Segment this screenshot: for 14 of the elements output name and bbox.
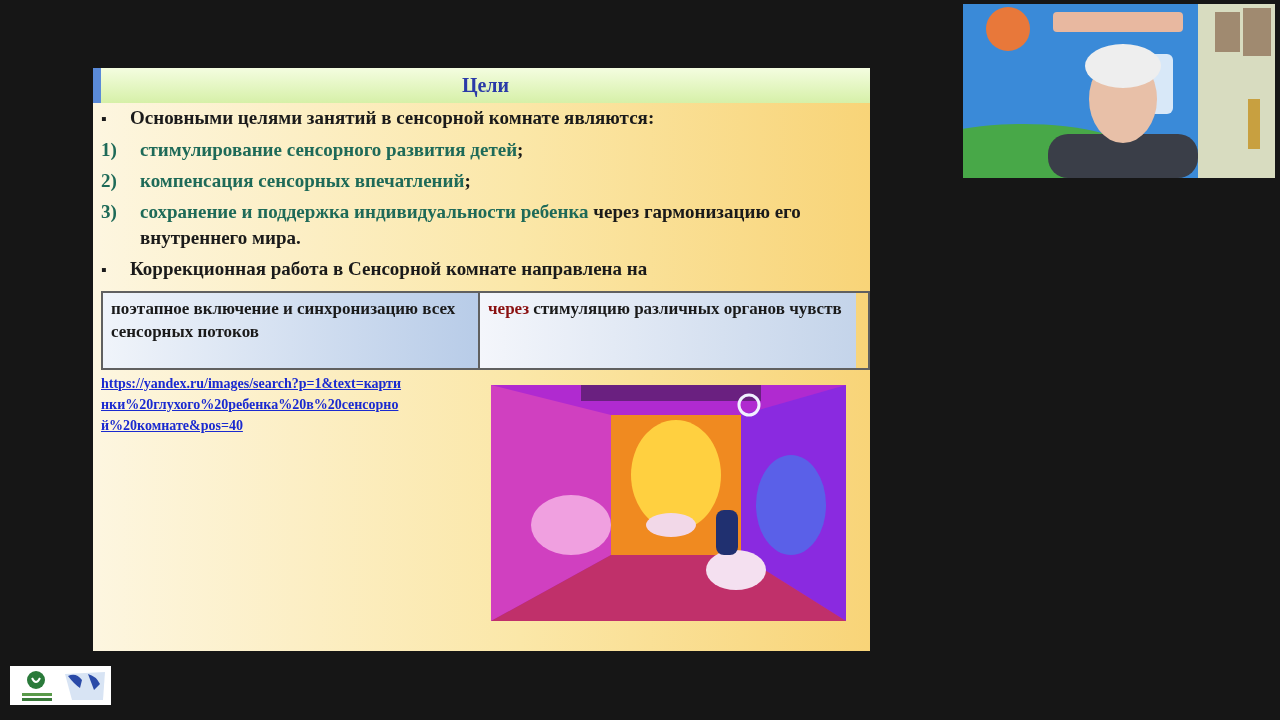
bullet-marker: ▪ — [101, 109, 108, 129]
table-cell: поэтапное включение и синхронизацию всех сенсорных потоков — [103, 293, 480, 368]
list-number: 1) — [101, 138, 118, 162]
list-text: компенсация сенсорных впечатлений; — [140, 169, 471, 193]
list-number: 3) — [101, 200, 118, 224]
list-number: 2) — [101, 169, 118, 193]
list-text: Коррекционная работа в Сенсорной комнате направлена на — [130, 257, 648, 281]
table-cell: через стимуляцию различных органов чувств — [480, 293, 856, 368]
slide-title-bar: Цели — [93, 68, 870, 103]
source-link[interactable]: https://yandex.ru/images/search?p=1&text=картинки%20глухого%20ребенка%20в%20сенсорной%20комнате&pos=40 — [101, 373, 406, 436]
list-text: сохранение и поддержка индивидуальности ребенка через гармонизацию его внутреннего мира. — [140, 200, 802, 250]
list-text: стимулирование сенсорного развития детей; — [140, 138, 524, 162]
bullet-marker: ▪ — [101, 260, 108, 280]
list-text: Основными целями занятий в сенсорной комнате являются: — [130, 106, 655, 130]
